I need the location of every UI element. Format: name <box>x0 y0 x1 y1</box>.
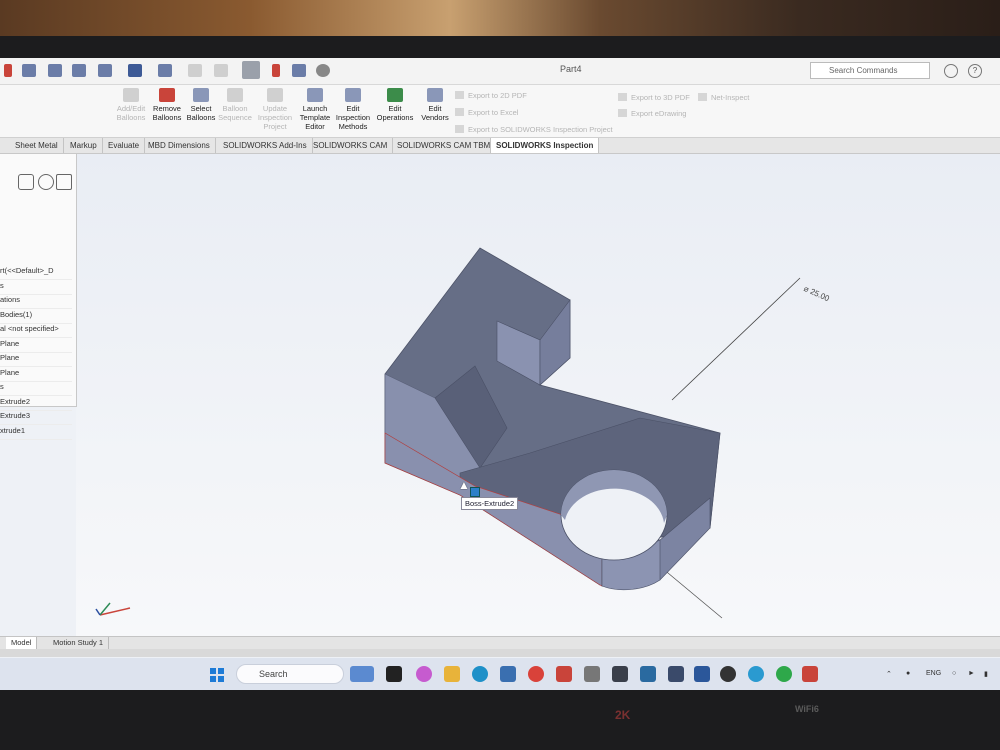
usb-app-icon[interactable] <box>584 666 600 682</box>
telegram-icon[interactable] <box>748 666 764 682</box>
windows-start-icon[interactable] <box>210 668 224 682</box>
solidworks-running-icon[interactable] <box>802 666 818 682</box>
store-icon[interactable] <box>500 666 516 682</box>
feature-tree-item[interactable]: al <not specified> <box>0 324 72 338</box>
feature-tree-item[interactable]: Plane <box>0 339 73 353</box>
word-icon[interactable] <box>694 666 710 682</box>
feature-tree-item[interactable]: s <box>0 382 68 396</box>
feature-tooltip: Boss-Extrude2 <box>461 497 519 510</box>
bezel-2k-label: 2K <box>615 708 631 722</box>
status-bar <box>0 649 1000 657</box>
edge-icon[interactable] <box>472 666 488 682</box>
wifi-icon[interactable]: ○ <box>952 670 956 677</box>
feature-tree-item[interactable]: Extrude2 <box>0 397 73 411</box>
feature-tree-item[interactable]: Plane <box>0 353 73 367</box>
feature-tree-item[interactable]: ations <box>0 295 73 309</box>
bottom-tabs: Model Motion Study 1 <box>0 636 1000 649</box>
tab-motion-study-1[interactable]: Motion Study 1 <box>48 637 110 649</box>
property-manager-icon[interactable] <box>18 174 34 190</box>
configuration-manager-icon[interactable] <box>38 174 54 190</box>
copilot-icon[interactable] <box>416 666 432 682</box>
chrome-icon[interactable] <box>528 666 544 682</box>
cad-app-icon[interactable] <box>612 666 628 682</box>
media-player-icon[interactable] <box>720 666 736 682</box>
remote-desktop-icon[interactable] <box>640 666 656 682</box>
dimxpert-manager-icon[interactable] <box>56 174 72 190</box>
tray-chevron-icon[interactable]: ⌃ <box>886 670 892 678</box>
battery-icon[interactable]: ▮ <box>984 670 988 678</box>
feature-tree-item[interactable]: Plane <box>0 368 73 382</box>
calculator-icon[interactable] <box>668 666 684 682</box>
feature-tree-item[interactable]: Bodies(1) <box>0 310 73 324</box>
graphics-viewport[interactable] <box>0 58 1000 690</box>
task-view-icon[interactable] <box>386 666 402 682</box>
feature-tree-item[interactable]: s <box>0 281 68 295</box>
file-explorer-icon[interactable] <box>444 666 460 682</box>
mouse-cursor-icon: ▲ <box>458 478 470 492</box>
screen: Part4 Search Commands ? Add/Edit Balloon… <box>0 58 1000 690</box>
whatsapp-icon[interactable] <box>776 666 792 682</box>
windows-taskbar: Search ⌃ ● ENG ○ ► ▮ <box>0 658 1000 690</box>
bezel-wifi-label: WiFi6 <box>795 704 819 714</box>
solidworks-taskbar-icon[interactable] <box>556 666 572 682</box>
language-indicator[interactable]: ENG <box>926 670 941 677</box>
feature-manager-panel: rt(<<Default>_D s ations Bodies(1) al <not s… <box>0 154 77 440</box>
taskbar-search-box[interactable]: Search <box>236 664 344 684</box>
feature-tree-item[interactable]: Extrude3 <box>0 411 73 425</box>
widgets-icon[interactable] <box>350 666 374 682</box>
network-icon[interactable]: ● <box>906 670 910 677</box>
feature-tree-item[interactable]: rt(<<Default>_D <box>0 266 72 280</box>
selection-marker-icon <box>470 487 480 497</box>
tab-model[interactable]: Model <box>6 637 38 649</box>
feature-tree-item[interactable]: xtrude1 <box>0 426 73 440</box>
volume-icon[interactable]: ► <box>968 670 975 677</box>
